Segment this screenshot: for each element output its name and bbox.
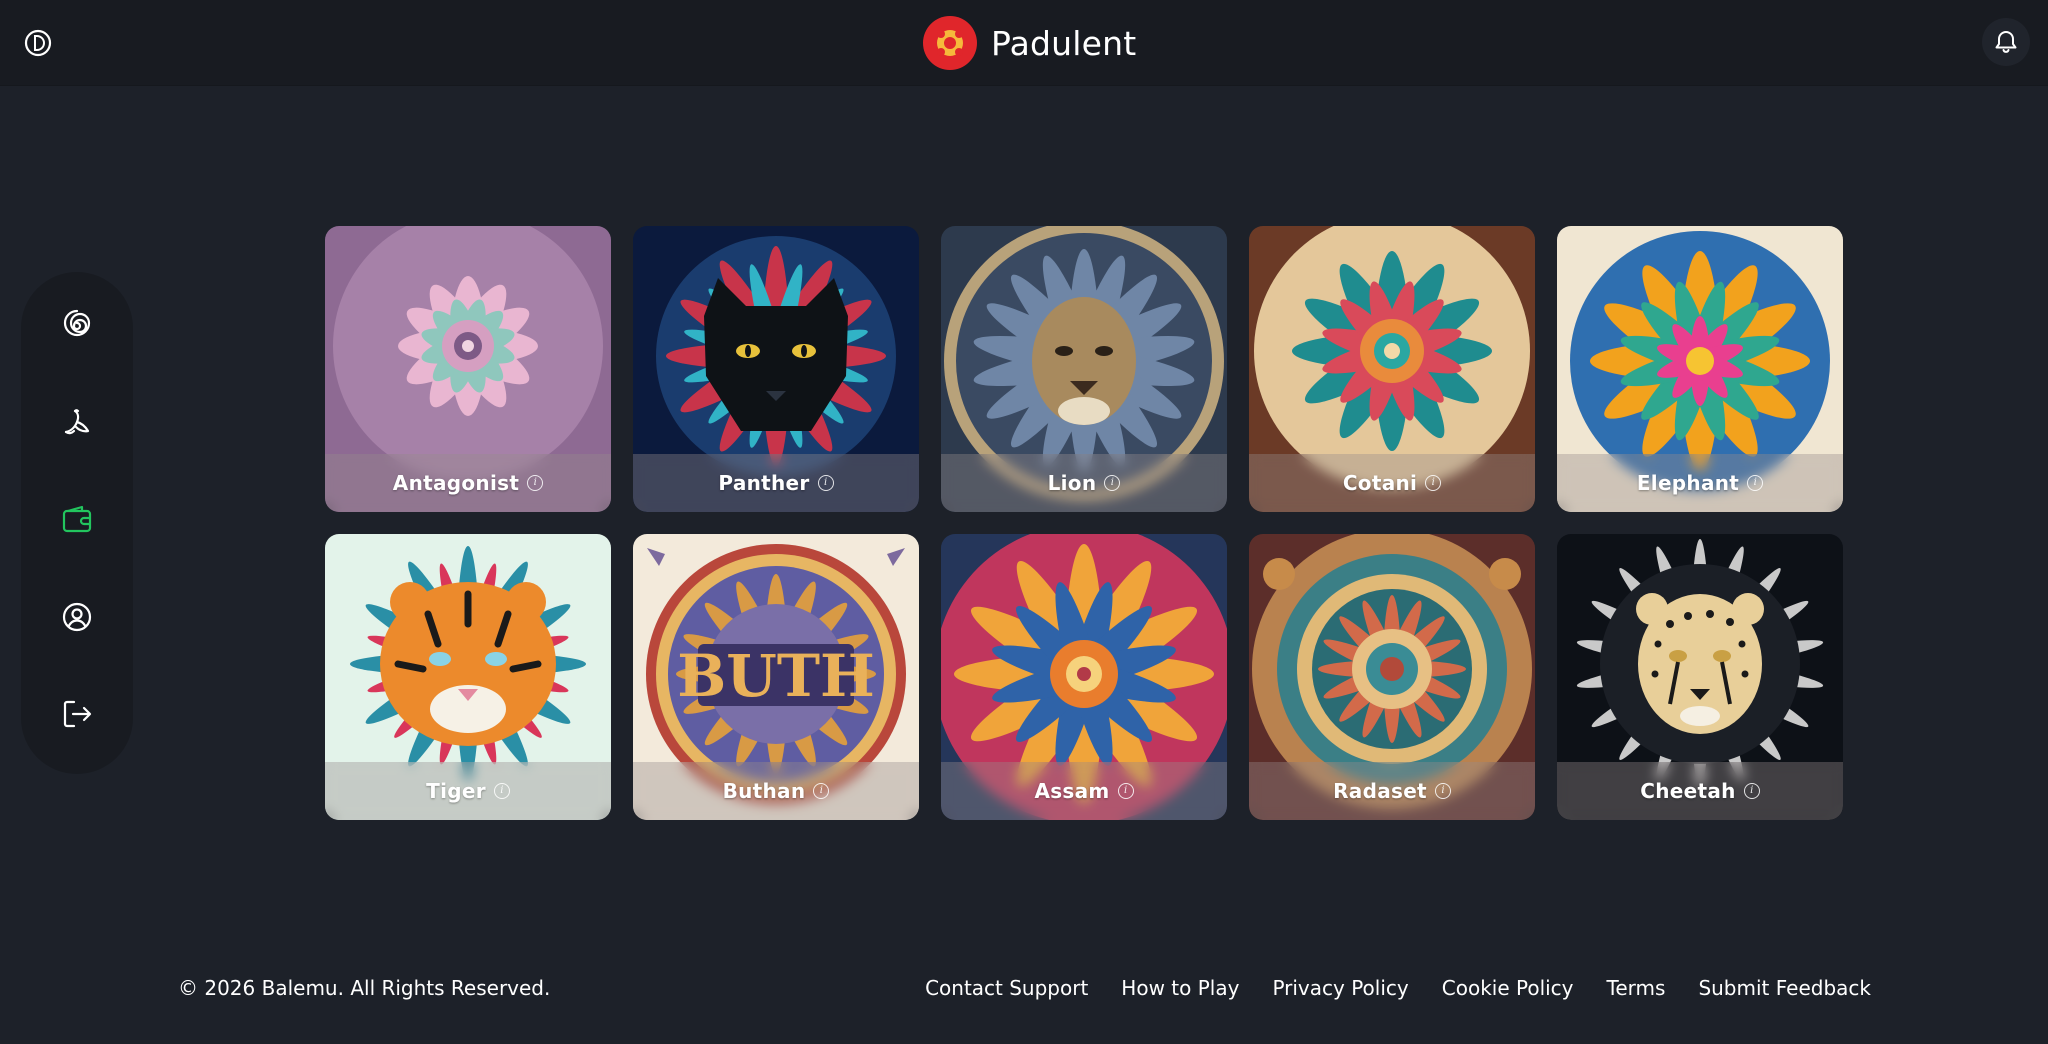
submit-feedback-link[interactable]: Submit Feedback [1698,976,1871,1000]
card-label-bar: Elephant i [1557,454,1843,512]
wallet-icon[interactable] [55,498,99,542]
brand-logo-icon [923,16,977,70]
logout-icon[interactable] [55,692,99,736]
card-name: Panther [718,471,810,495]
card-name: Antagonist [392,471,520,495]
game-card-panther[interactable]: Panther i [633,226,919,512]
info-icon[interactable]: i [527,475,544,491]
game-card-tiger[interactable]: Tiger i [325,534,611,820]
card-name: Tiger [426,779,486,803]
cookie-policy-link[interactable]: Cookie Policy [1442,976,1574,1000]
game-card-assam[interactable]: Assam i [941,534,1227,820]
card-name: Assam [1034,779,1110,803]
card-name: Cheetah [1640,779,1736,803]
card-name: Buthan [722,779,806,803]
game-card-cotani[interactable]: Cotani i [1249,226,1535,512]
footer-links: Contact Support How to Play Privacy Poli… [925,976,1871,1000]
info-icon[interactable]: i [493,783,510,799]
privacy-policy-link[interactable]: Privacy Policy [1272,976,1408,1000]
card-name: Elephant [1636,471,1740,495]
card-name: Cotani [1342,471,1418,495]
copyright-text: © 2026 Balemu. All Rights Reserved. [178,976,551,1000]
card-label-bar: Buthan i [633,762,919,820]
info-icon[interactable]: i [1747,475,1764,491]
info-icon[interactable]: i [1104,475,1121,491]
contact-support-link[interactable]: Contact Support [925,976,1088,1000]
game-card-lion[interactable]: Lion i [941,226,1227,512]
sidebar [21,272,133,774]
game-card-antagonist[interactable]: Antagonist i [325,226,611,512]
top-bar: Padulent [0,0,2048,86]
card-label-bar: Radaset i [1249,762,1535,820]
info-icon[interactable]: i [813,783,830,799]
user-circle-icon[interactable] [55,595,99,639]
spiral-icon[interactable] [55,304,99,348]
card-name: Lion [1047,471,1097,495]
game-card-radaset[interactable]: Radaset i [1249,534,1535,820]
game-card-buthan[interactable]: BUTH Buthan i [633,534,919,820]
info-icon[interactable]: i [1117,783,1134,799]
bell-icon[interactable] [1982,18,2030,66]
card-label-bar: Cheetah i [1557,762,1843,820]
card-label-bar: Lion i [941,454,1227,512]
card-label-bar: Cotani i [1249,454,1535,512]
terms-link[interactable]: Terms [1607,976,1666,1000]
contrast-toggle-icon[interactable] [20,25,56,61]
info-icon[interactable]: i [817,475,834,491]
brand[interactable]: Padulent [923,15,1136,71]
info-icon[interactable]: i [1434,783,1451,799]
card-label-bar: Antagonist i [325,454,611,512]
game-card-cheetah[interactable]: Cheetah i [1557,534,1843,820]
card-label-bar: Tiger i [325,762,611,820]
svg-text:BUTH: BUTH [677,642,875,710]
banana-icon[interactable] [55,401,99,445]
game-card-elephant[interactable]: Elephant i [1557,226,1843,512]
brand-name: Padulent [991,23,1137,63]
info-icon[interactable]: i [1743,783,1760,799]
card-name: Radaset [1333,779,1427,803]
card-label-bar: Assam i [941,762,1227,820]
info-icon[interactable]: i [1425,475,1442,491]
card-label-bar: Panther i [633,454,919,512]
game-grid: Antagonist i Panther i Lion i Cotani i E… [325,226,1843,820]
how-to-play-link[interactable]: How to Play [1121,976,1239,1000]
